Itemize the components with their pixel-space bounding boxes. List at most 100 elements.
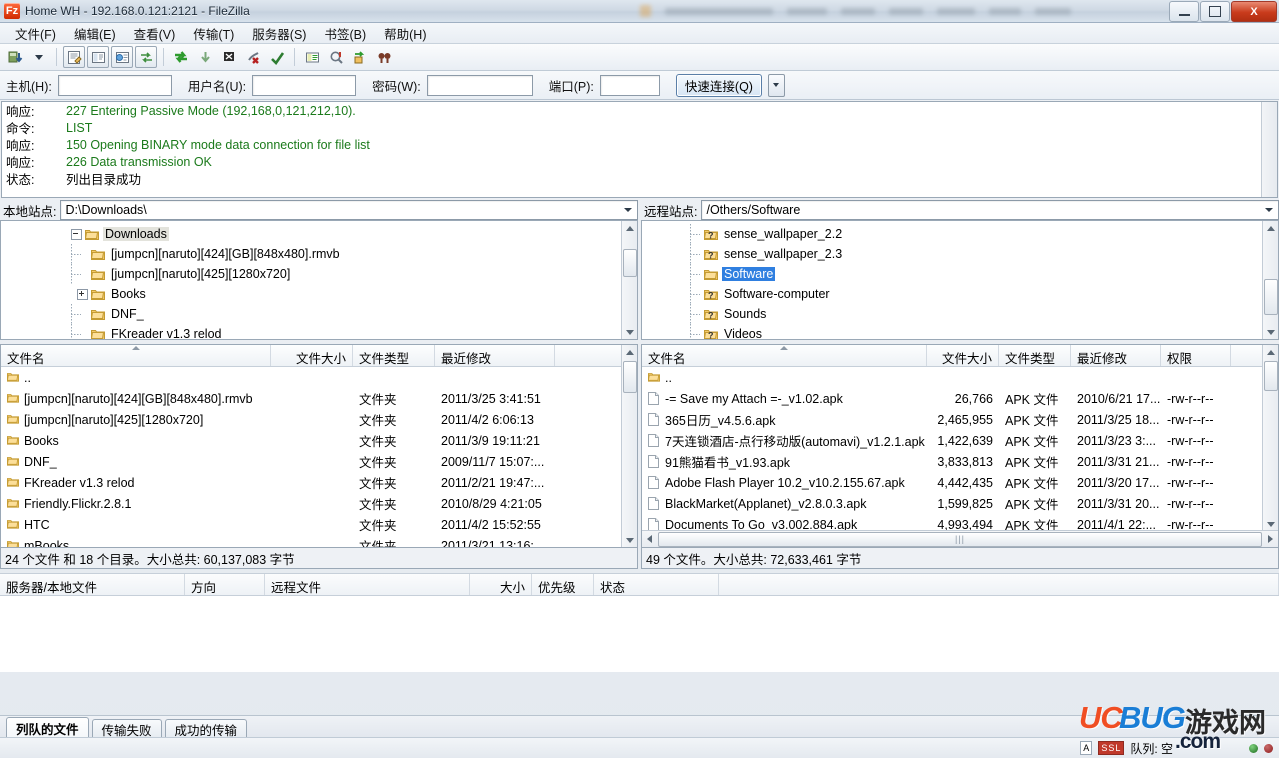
table-row[interactable]: DNF_ 文件夹 2009/11/7 15:07:... xyxy=(1,451,637,472)
queue-column-direction[interactable]: 方向 xyxy=(185,574,265,595)
scroll-down-icon[interactable] xyxy=(622,533,637,547)
remote-tree-scrollbar[interactable] xyxy=(1262,221,1278,339)
table-row[interactable]: [jumpcn][naruto][425][1280x720] 文件夹 2011… xyxy=(1,409,637,430)
process-queue-icon[interactable] xyxy=(194,46,216,68)
column-header-permissions[interactable]: 权限 xyxy=(1161,345,1231,366)
scrollbar-thumb[interactable] xyxy=(623,249,637,277)
tree-item[interactable]: Downloads xyxy=(1,224,637,244)
table-row[interactable]: FKreader v1.3 relod 文件夹 2011/2/21 19:47:… xyxy=(1,472,637,493)
find-files-icon[interactable] xyxy=(373,46,395,68)
site-manager-icon[interactable] xyxy=(4,46,26,68)
hscrollbar-thumb[interactable]: ||| xyxy=(658,531,1262,547)
column-header-filetype[interactable]: 文件类型 xyxy=(353,345,435,366)
column-header-modified[interactable]: 最近修改 xyxy=(435,345,555,366)
tree-item[interactable]: [jumpcn][naruto][425][1280x720] xyxy=(1,264,637,284)
toggle-remote-tree-icon[interactable] xyxy=(111,46,133,68)
tree-item[interactable]: [jumpcn][naruto][424][GB][848x480].rmvb xyxy=(1,244,637,264)
menu-bookmarks[interactable]: 书签(B) xyxy=(315,22,375,45)
scroll-up-icon[interactable] xyxy=(1263,345,1278,359)
tree-item[interactable]: ? sense_wallpaper_2.2 xyxy=(642,224,1278,244)
scroll-up-icon[interactable] xyxy=(622,345,637,359)
chevron-down-icon[interactable] xyxy=(1265,208,1273,212)
tree-item-selected[interactable]: Software xyxy=(642,264,1278,284)
scrollbar-thumb[interactable] xyxy=(623,361,637,393)
username-input[interactable] xyxy=(252,74,357,96)
remote-file-list[interactable]: 文件名 文件大小 文件类型 最近修改 权限 .. -= Save my Atta… xyxy=(641,344,1279,548)
table-row[interactable]: Adobe Flash Player 10.2_v10.2.155.67.apk… xyxy=(642,472,1278,493)
scrollbar-thumb[interactable] xyxy=(1264,361,1278,391)
scroll-up-icon[interactable] xyxy=(1263,221,1278,235)
scroll-right-icon[interactable] xyxy=(1263,535,1278,543)
remote-list-hscrollbar[interactable]: ||| xyxy=(642,530,1278,547)
queue-column-server-local[interactable]: 服务器/本地文件 xyxy=(0,574,185,595)
reconnect-icon[interactable] xyxy=(266,46,288,68)
table-row[interactable]: BlackMarket(Applanet)_v2.8.0.3.apk 1,599… xyxy=(642,493,1278,514)
toggle-local-tree-icon[interactable] xyxy=(87,46,109,68)
tree-item[interactable]: Books xyxy=(1,284,637,304)
tab-queued-files[interactable]: 列队的文件 xyxy=(6,717,89,738)
toggle-message-log-icon[interactable] xyxy=(63,46,85,68)
table-row[interactable]: -= Save my Attach =-_v1.02.apk 26,766 AP… xyxy=(642,388,1278,409)
local-path-combo[interactable]: D:\Downloads\ xyxy=(60,200,638,220)
collapse-toggle-icon[interactable] xyxy=(71,228,82,240)
column-header-filename[interactable]: 文件名 xyxy=(642,345,927,366)
toggle-transfer-queue-icon[interactable] xyxy=(135,46,157,68)
scroll-up-icon[interactable] xyxy=(622,221,637,235)
password-input[interactable] xyxy=(426,74,533,96)
remote-tree[interactable]: ? sense_wallpaper_2.2 ? sense_wallpaper_… xyxy=(641,220,1279,340)
column-header-filename[interactable]: 文件名 xyxy=(1,345,271,366)
filter-icon[interactable] xyxy=(301,46,323,68)
tree-item[interactable]: DNF_ xyxy=(1,304,637,324)
tree-item[interactable]: ? Videos xyxy=(642,324,1278,339)
host-input[interactable] xyxy=(57,74,172,96)
queue-column-remote-file[interactable]: 远程文件 xyxy=(265,574,470,595)
site-manager-dropdown-icon[interactable] xyxy=(28,46,50,68)
table-row[interactable]: 7天连锁酒店-点行移动版(automavi)_v1.2.1.apk 1,422,… xyxy=(642,430,1278,451)
remote-list-scrollbar[interactable] xyxy=(1262,345,1278,531)
chevron-down-icon[interactable] xyxy=(624,208,632,212)
local-tree-scrollbar[interactable] xyxy=(621,221,637,339)
compare-directories-icon[interactable] xyxy=(325,46,347,68)
log-scrollbar[interactable] xyxy=(1261,102,1277,197)
local-list-scrollbar[interactable] xyxy=(621,345,637,547)
table-row[interactable]: mBooks 文件夹 2011/3/21 13:16:... xyxy=(1,535,637,547)
local-file-list[interactable]: 文件名 文件大小 文件类型 最近修改 .. [jumpcn][naruto][4… xyxy=(0,344,638,548)
tree-item[interactable]: ? sense_wallpaper_2.3 xyxy=(642,244,1278,264)
table-row[interactable]: Books 文件夹 2011/3/9 19:11:21 xyxy=(1,430,637,451)
column-header-filesize[interactable]: 文件大小 xyxy=(271,345,353,366)
local-tree[interactable]: Downloads [jumpcn][naruto][424][GB][848x… xyxy=(0,220,638,340)
menu-help[interactable]: 帮助(H) xyxy=(375,22,435,45)
queue-column-size[interactable]: 大小 xyxy=(470,574,532,595)
refresh-icon[interactable] xyxy=(170,46,192,68)
menu-edit[interactable]: 编辑(E) xyxy=(65,22,125,45)
scroll-left-icon[interactable] xyxy=(642,535,657,543)
tree-item[interactable]: FKreader v1.3 relod xyxy=(1,324,637,339)
menu-transfer[interactable]: 传输(T) xyxy=(184,22,243,45)
synchronized-browsing-icon[interactable] xyxy=(349,46,371,68)
scroll-down-icon[interactable] xyxy=(622,325,637,339)
expand-toggle-icon[interactable] xyxy=(77,288,88,300)
queue-column-priority[interactable]: 优先级 xyxy=(532,574,594,595)
table-row[interactable]: Friendly.Flickr.2.8.1 文件夹 2010/8/29 4:21… xyxy=(1,493,637,514)
table-row[interactable]: .. xyxy=(642,367,1278,388)
scrollbar-thumb[interactable] xyxy=(1264,279,1278,315)
tree-item[interactable]: ? Software-computer xyxy=(642,284,1278,304)
scroll-down-icon[interactable] xyxy=(1263,325,1278,339)
column-header-filesize[interactable]: 文件大小 xyxy=(927,345,999,366)
scroll-down-icon[interactable] xyxy=(1263,517,1278,531)
queue-body[interactable] xyxy=(0,596,1279,672)
disconnect-icon[interactable] xyxy=(242,46,264,68)
column-header-filetype[interactable]: 文件类型 xyxy=(999,345,1071,366)
tab-failed-transfers[interactable]: 传输失败 xyxy=(91,719,162,738)
port-input[interactable] xyxy=(599,74,660,96)
column-header-modified[interactable]: 最近修改 xyxy=(1071,345,1161,366)
maximize-button[interactable] xyxy=(1200,1,1230,22)
table-row[interactable]: 365日历_v4.5.6.apk 2,465,955 APK 文件 2011/3… xyxy=(642,409,1278,430)
table-row[interactable]: 91熊猫看书_v1.93.apk 3,833,813 APK 文件 2011/3… xyxy=(642,451,1278,472)
queue-column-status[interactable]: 状态 xyxy=(594,574,719,595)
quick-connect-button[interactable]: 快速连接(Q) xyxy=(675,73,762,97)
table-row[interactable]: .. xyxy=(1,367,637,388)
close-button[interactable]: X xyxy=(1231,1,1277,22)
tree-item[interactable]: ? Sounds xyxy=(642,304,1278,324)
table-row[interactable]: [jumpcn][naruto][424][GB][848x480].rmvb … xyxy=(1,388,637,409)
